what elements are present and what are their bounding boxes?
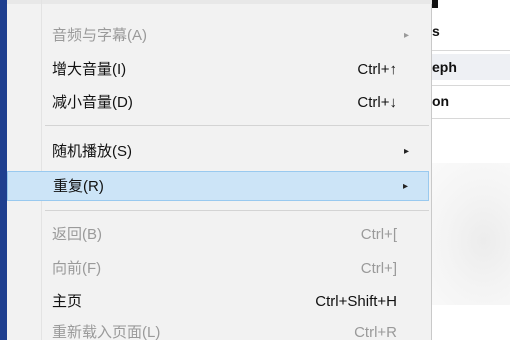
menu-item-shortcut: Ctrl+Shift+H xyxy=(315,293,397,310)
background-row[interactable]: s xyxy=(430,18,510,44)
menu-item-label: 随机播放(S) xyxy=(52,143,132,160)
background-row[interactable]: eph xyxy=(430,54,510,80)
menu-item-label: 增大音量(I) xyxy=(52,61,127,78)
menu-item-volume-down[interactable]: 减小音量(D) Ctrl+↓ xyxy=(7,88,429,118)
background-divider xyxy=(430,118,510,119)
menu-item-label: 返回(B) xyxy=(52,226,102,243)
menu-item-volume-up[interactable]: 增大音量(I) Ctrl+↑ xyxy=(7,55,429,85)
menu-item-label: 主页 xyxy=(52,293,83,310)
background-divider xyxy=(430,50,510,51)
background-divider xyxy=(430,85,510,86)
menu-item-label: 重新载入页面(L) xyxy=(52,324,161,341)
menu-separator xyxy=(45,210,429,211)
menu-item-shortcut: Ctrl+[ xyxy=(360,226,397,243)
context-menu: 音频与字幕(A) ▸ 增大音量(I) Ctrl+↑ 减小音量(D) Ctrl+↓… xyxy=(7,0,432,341)
menu-item-shortcut: Ctrl+↑ xyxy=(357,61,397,78)
submenu-arrow-icon: ▸ xyxy=(403,30,409,41)
menu-item-forward[interactable]: 向前(F) Ctrl+] xyxy=(7,254,429,284)
menu-item-home[interactable]: 主页 Ctrl+Shift+H xyxy=(7,287,429,317)
menu-item-label: 向前(F) xyxy=(52,260,102,277)
menu-item-shortcut: Ctrl+R xyxy=(354,324,397,341)
background-panel xyxy=(422,163,510,305)
background-row-text: eph xyxy=(432,59,457,75)
menu-item-label: 音频与字幕(A) xyxy=(52,27,147,44)
background-row[interactable]: on xyxy=(430,88,510,114)
menu-item-shortcut: Ctrl+] xyxy=(360,260,397,277)
menu-item-shortcut: Ctrl+↓ xyxy=(357,94,397,111)
background-list: s eph on xyxy=(430,0,510,160)
background-row-text: s xyxy=(432,23,440,39)
menu-item-back[interactable]: 返回(B) Ctrl+[ xyxy=(7,220,429,250)
menu-item-audio-subtitles[interactable]: 音频与字幕(A) ▸ xyxy=(7,21,429,51)
menu-top-edge xyxy=(7,0,432,4)
menu-separator xyxy=(45,125,429,126)
menu-item-repeat[interactable]: 重复(R) ▸ xyxy=(7,171,429,201)
submenu-arrow-icon: ▸ xyxy=(402,181,408,192)
window-left-edge xyxy=(0,0,7,340)
background-row-text: on xyxy=(432,93,450,109)
menu-item-label: 重复(R) xyxy=(53,178,104,195)
menu-item-shuffle[interactable]: 随机播放(S) ▸ xyxy=(7,137,429,167)
menu-item-label: 减小音量(D) xyxy=(52,94,133,111)
submenu-arrow-icon: ▸ xyxy=(403,146,409,157)
menu-item-reload-page[interactable]: 重新载入页面(L) Ctrl+R xyxy=(7,318,429,348)
